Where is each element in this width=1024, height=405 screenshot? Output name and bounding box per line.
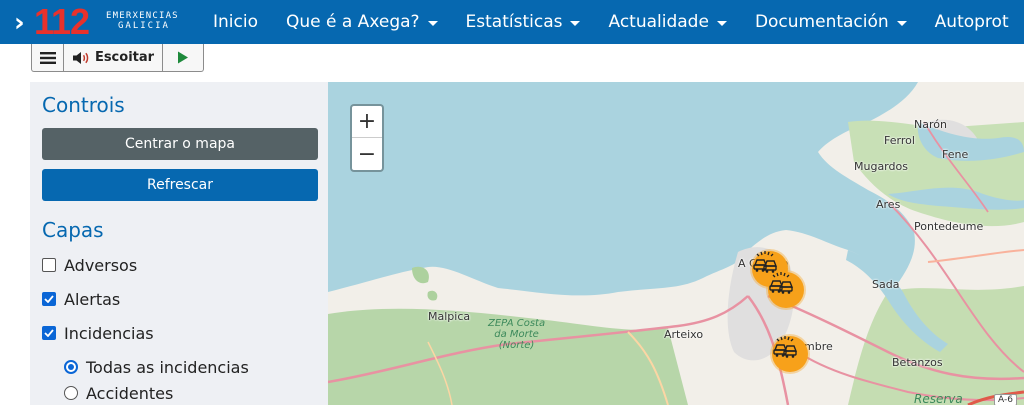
layer-incidencias[interactable]: Incidencias xyxy=(42,321,154,345)
checkbox-checked[interactable] xyxy=(42,292,56,306)
layers-title: Capas xyxy=(42,218,104,242)
car-crash-icon xyxy=(773,336,798,358)
play-button[interactable] xyxy=(163,44,203,71)
caret-down-icon xyxy=(716,20,727,26)
layer-adversos[interactable]: Adversos xyxy=(42,253,137,277)
speaker-icon xyxy=(72,51,89,64)
read-aloud-toolbar: Escoitar xyxy=(31,44,204,72)
zoom-control: + − xyxy=(350,104,384,172)
map-label-ferrol: Ferrol xyxy=(884,134,915,147)
incident-marker-3[interactable] xyxy=(772,336,808,372)
incidents-map[interactable]: + − Narón Ferrol Fene Mugardos Ares Pont… xyxy=(328,82,1024,405)
caret-down-icon xyxy=(427,20,438,26)
listen-button[interactable]: Escoitar xyxy=(64,44,163,71)
caret-down-icon xyxy=(570,20,581,26)
layer-label: Adversos xyxy=(64,255,138,275)
check-icon xyxy=(44,295,54,303)
map-label-betanzos: Betanzos xyxy=(892,356,943,369)
map-label-pontedeume: Pontedeume xyxy=(914,220,984,233)
car-crash-icon xyxy=(769,272,794,294)
read-aloud-menu-button[interactable] xyxy=(32,44,64,71)
map-label-mugardos: Mugardos xyxy=(854,160,908,173)
logo-number: 112 xyxy=(34,1,90,42)
nav-item-estatisticas[interactable]: Estatísticas xyxy=(452,0,595,44)
nav-item-actualidade[interactable]: Actualidade xyxy=(594,0,740,44)
refresh-button[interactable]: Refrescar xyxy=(42,169,318,201)
listen-label: Escoitar xyxy=(94,50,155,65)
map-label-ares: Ares xyxy=(876,198,901,211)
nav-item-inicio[interactable]: Inicio xyxy=(199,0,272,44)
menu-icon xyxy=(39,51,56,64)
checkbox-unchecked[interactable] xyxy=(42,258,56,272)
layer-label: Alertas xyxy=(64,289,121,309)
map-label-naron: Narón xyxy=(914,118,947,131)
controls-title: Controis xyxy=(42,93,125,117)
logo-line1: EMERXENCIAS xyxy=(106,11,179,21)
top-navbar: › 112 EMERXENCIAS GALICIA Inicio Que é a… xyxy=(0,0,1024,44)
zoom-in-button[interactable]: + xyxy=(352,106,382,138)
map-label-zepa: ZEPA Costa da Morte (Norte) xyxy=(488,318,546,351)
nav-item-autoproteccion[interactable]: Autoprot xyxy=(921,0,1023,44)
radio-selected[interactable] xyxy=(64,360,78,374)
play-icon xyxy=(178,51,188,64)
center-map-button[interactable]: Centrar o mapa xyxy=(42,128,318,160)
check-icon xyxy=(44,329,54,337)
radio-unselected[interactable] xyxy=(64,386,78,400)
filter-label: Todas as incidencias xyxy=(86,357,249,377)
nav-item-que-e-a-axega[interactable]: Que é a Axega? xyxy=(272,0,452,44)
filter-todas-incidencias[interactable]: Todas as incidencias xyxy=(64,355,249,379)
layer-alertas[interactable]: Alertas xyxy=(42,287,120,311)
filter-accidentes[interactable]: Accidentes xyxy=(64,381,173,405)
logo-line2: GALICIA xyxy=(118,21,170,31)
checkbox-checked[interactable] xyxy=(42,326,56,340)
filter-label: Accidentes xyxy=(86,383,174,403)
map-label-reserva: Reserva xyxy=(914,392,963,405)
map-controls-panel: Controis Centrar o mapa Refrescar Capas … xyxy=(30,82,328,405)
map-label-cambre: mbre xyxy=(804,340,833,353)
map-label-sada: Sada xyxy=(872,278,900,291)
incident-marker-2[interactable] xyxy=(768,272,804,308)
layer-label: Incidencias xyxy=(64,323,154,343)
map-label-arteixo: Arteixo xyxy=(664,328,704,341)
zoom-out-button[interactable]: − xyxy=(352,138,382,170)
nav-item-documentacion[interactable]: Documentación xyxy=(741,0,921,44)
main-menu: Inicio Que é a Axega? Estatísticas Actua… xyxy=(199,0,1023,44)
map-label-malpica: Malpica xyxy=(428,310,471,323)
112-galicia-logo[interactable]: › 112 EMERXENCIAS GALICIA xyxy=(14,2,194,42)
road-badge-a6: A-6 xyxy=(994,394,1017,405)
map-label-fene: Fene xyxy=(942,148,969,161)
chevron-right-icon: › xyxy=(14,8,25,38)
caret-down-icon xyxy=(896,20,907,26)
car-crash-icon xyxy=(753,251,778,273)
